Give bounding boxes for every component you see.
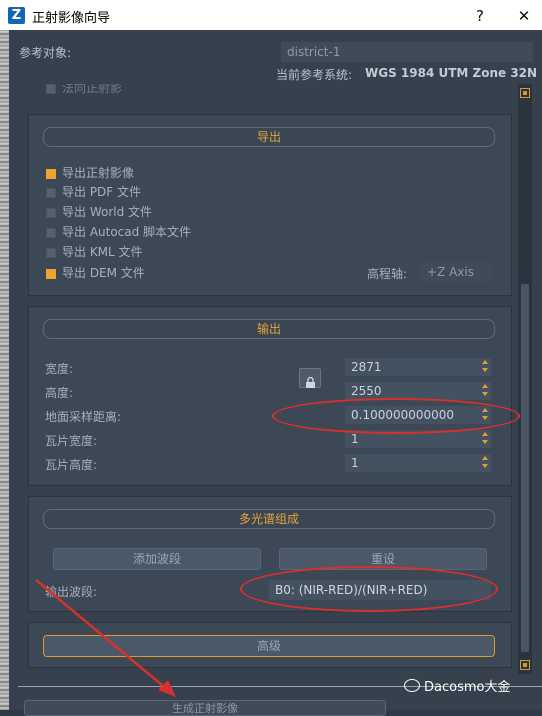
- annotation-arrow: [35, 579, 176, 697]
- watermark: Dacosmo大金: [404, 676, 510, 695]
- wechat-icon: [404, 679, 420, 692]
- watermark-text: Dacosmo大金: [424, 680, 511, 695]
